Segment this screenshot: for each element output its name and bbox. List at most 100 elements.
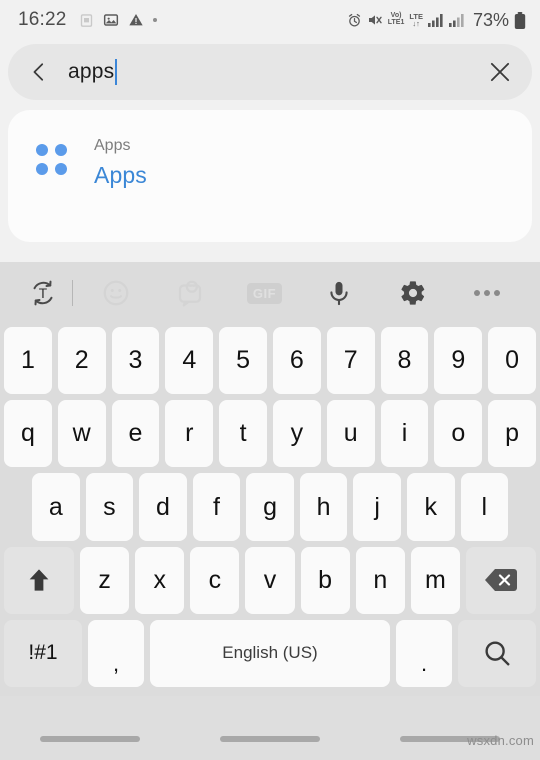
comma-key[interactable]: , [88,619,144,688]
shift-key[interactable] [4,546,74,614]
key-6[interactable]: 6 [272,327,321,395]
key-2[interactable]: 2 [57,327,106,395]
key-m[interactable]: m [410,546,460,614]
backspace-key[interactable] [465,546,536,614]
keyboard-row-numbers: 1 2 3 4 5 6 7 8 9 0 [4,324,536,397]
key-z[interactable]: z [80,546,130,614]
key-n[interactable]: n [355,546,405,614]
key-i[interactable]: i [380,400,429,468]
image-icon [103,12,119,28]
status-bar-left: 16:22 [18,9,347,31]
search-input[interactable]: apps [62,59,474,85]
key-a[interactable]: a [32,473,80,541]
key-4[interactable]: 4 [165,327,214,395]
watermark: wsxdn.com [467,733,534,748]
search-input-value: apps [68,60,115,83]
status-clock: 16:22 [18,9,67,30]
key-0[interactable]: 0 [488,327,536,395]
toolbar-divider [72,280,73,306]
key-t[interactable]: t [219,400,267,468]
document-icon [79,13,94,28]
key-y[interactable]: y [272,400,321,468]
home-pill [220,736,320,742]
key-e[interactable]: e [111,400,160,468]
navigation-bar: wsxdn.com [0,696,540,760]
gif-label: GIF [246,282,283,304]
key-u[interactable]: u [326,400,375,468]
keyboard-toolbar: T GIF [0,262,540,324]
home-button[interactable] [180,736,360,760]
key-o[interactable]: o [434,400,483,468]
emoji-icon[interactable] [79,270,153,316]
signal-bars-2-icon [448,13,465,27]
key-h[interactable]: h [299,473,348,541]
settings-gear-icon[interactable] [376,270,450,316]
key-f[interactable]: f [192,473,241,541]
key-c[interactable]: c [190,546,240,614]
search-result-item[interactable]: Apps Apps [8,110,532,242]
chevron-left-icon [33,63,44,81]
key-q[interactable]: q [4,400,52,468]
key-b[interactable]: b [300,546,350,614]
key-p[interactable]: p [488,400,536,468]
key-k[interactable]: k [406,473,455,541]
dot-icon [152,18,157,22]
key-x[interactable]: x [135,546,185,614]
result-title[interactable]: Apps [94,162,147,189]
keyboard-row-zxcv: z x c v b n m [4,544,536,617]
clear-search-button[interactable] [474,46,526,98]
key-d[interactable]: d [139,473,187,541]
key-3[interactable]: 3 [111,327,160,395]
backspace-icon [484,569,517,592]
key-9[interactable]: 9 [434,327,483,395]
alarm-icon [347,13,362,28]
search-magnifier-icon [485,641,510,666]
battery-percent-label: 73% [472,9,509,30]
period-key[interactable]: . [396,619,452,688]
back-button[interactable] [16,49,62,95]
key-w[interactable]: w [57,400,106,468]
recents-button[interactable] [0,736,180,760]
keyboard: T GIF 1 2 3 4 5 6 7 8 9 0 q w e r t y u … [0,262,540,696]
recents-pill [40,736,140,742]
space-key[interactable]: English (US) [150,619,390,688]
more-options-icon[interactable] [450,270,524,316]
key-8[interactable]: 8 [380,327,429,395]
key-g[interactable]: g [246,473,294,541]
key-v[interactable]: v [245,546,295,614]
apps-grid-icon [35,144,67,175]
search-results-area: Apps Apps [0,110,540,242]
battery-icon [514,11,526,29]
symbols-key[interactable]: !#1 [4,619,82,688]
search-bar-container: apps [0,40,540,110]
key-1[interactable]: 1 [4,327,52,395]
text-caret [115,59,118,85]
status-bar-right: Vo) LTE1 LTE ↓↑ 73% [347,10,526,31]
keyboard-rows: 1 2 3 4 5 6 7 8 9 0 q w e r t y u i o p … [0,324,540,696]
keyboard-row-bottom: !#1 , English (US) . [4,617,536,690]
key-7[interactable]: 7 [326,327,375,395]
key-l[interactable]: l [460,473,509,541]
result-text: Apps Apps [94,136,147,189]
keyboard-row-asdf: a s d f g h j k l [4,470,536,543]
key-s[interactable]: s [85,473,134,541]
close-icon [490,62,510,82]
signal-bars-icon [427,13,444,27]
key-j[interactable]: j [353,473,401,541]
mute-icon [367,12,383,28]
key-r[interactable]: r [165,400,214,468]
status-bar: 16:22 Vo) LTE1 LTE ↓↑ 73% [0,0,540,40]
search-bar[interactable]: apps [8,44,532,100]
warning-icon [128,12,144,28]
gif-icon[interactable]: GIF [227,270,301,316]
microphone-icon[interactable] [302,270,376,316]
lte-icon: LTE ↓↑ [409,11,423,28]
result-icon-wrap [8,136,94,175]
volte-icon: Vo) LTE1 [387,12,405,26]
svg-text:T: T [39,286,48,301]
search-enter-key[interactable] [458,619,536,688]
key-5[interactable]: 5 [219,327,267,395]
translate-icon[interactable]: T [16,270,70,316]
keyboard-row-qwerty: q w e r t y u i o p [4,397,536,470]
sticker-icon[interactable] [153,270,227,316]
